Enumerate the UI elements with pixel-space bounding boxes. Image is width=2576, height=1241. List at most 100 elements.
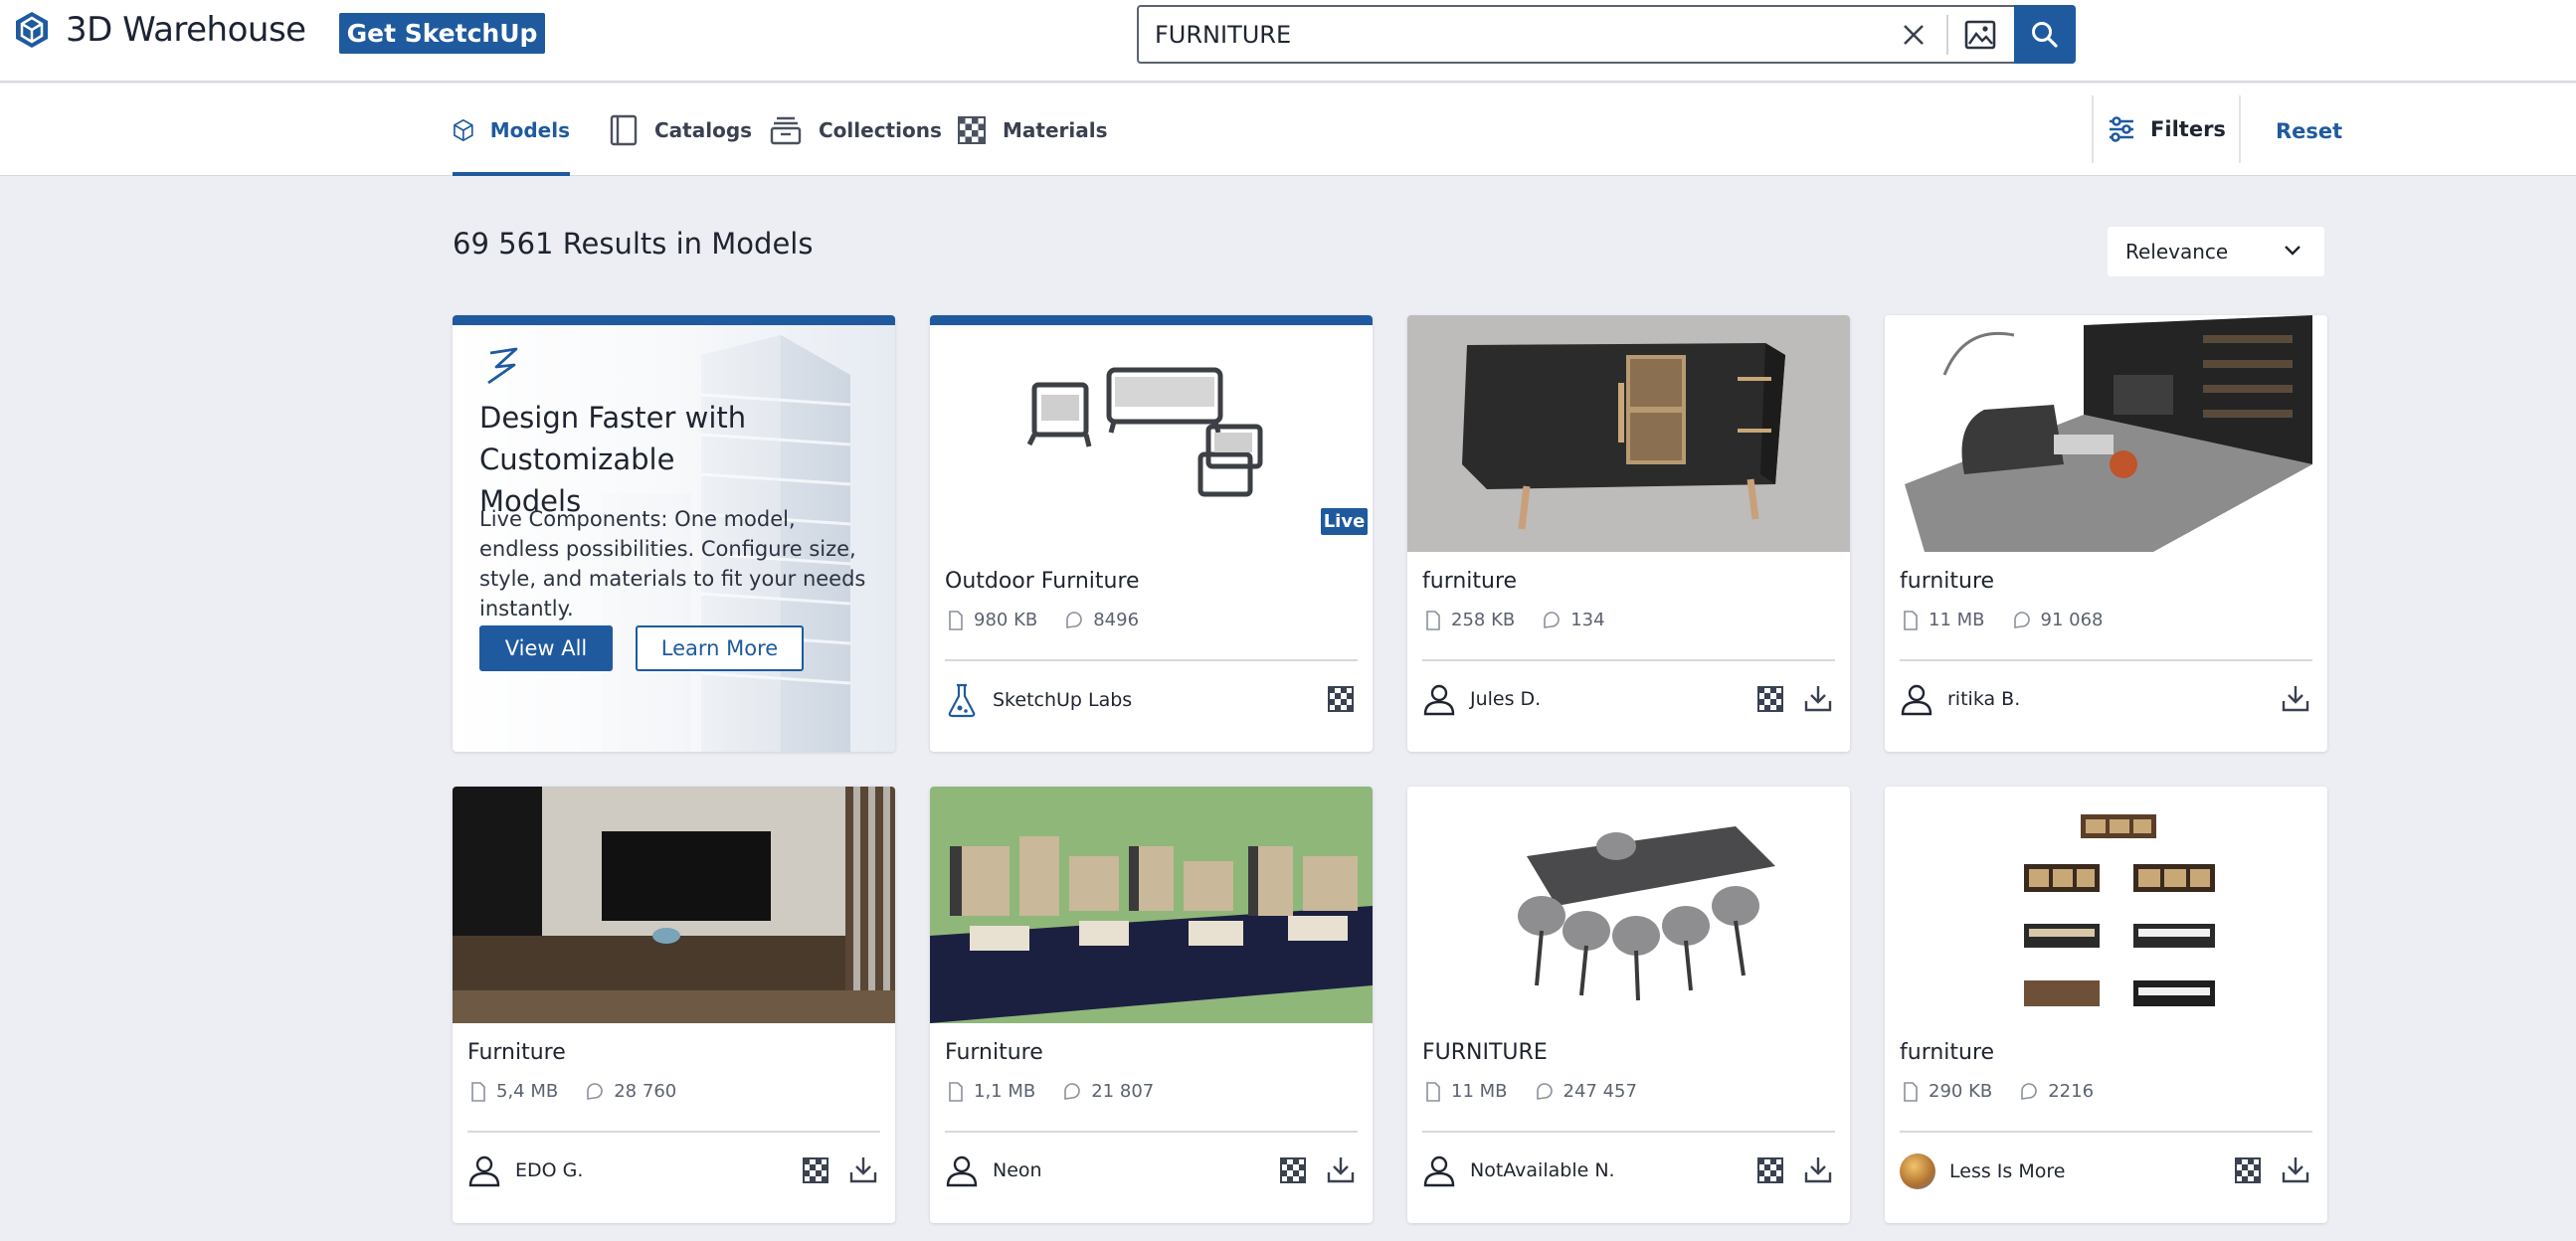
download-icon[interactable] (1803, 683, 1833, 713)
card-title[interactable]: Furniture (945, 1040, 1043, 1065)
file-size: 258 KB (1451, 610, 1516, 630)
views-icon (1536, 1082, 1553, 1100)
materials-icon[interactable] (1757, 686, 1783, 712)
card-divider (1900, 1131, 2312, 1133)
download-icon[interactable] (2281, 683, 2310, 713)
view-count: 2216 (2048, 1081, 2095, 1102)
sliders-icon (2110, 116, 2134, 142)
cube-icon (454, 118, 473, 141)
filters-button[interactable]: Filters (2092, 95, 2241, 163)
materials-icon[interactable] (1757, 1157, 1783, 1183)
tab-label: Models (489, 117, 570, 142)
author[interactable]: SketchUp Labs (945, 682, 1132, 718)
download-icon[interactable] (848, 1154, 878, 1184)
materials-icon[interactable] (2235, 1157, 2261, 1183)
file-icon (949, 1081, 963, 1102)
model-card[interactable]: Furniture 1,1 MB 21 807 Neon (930, 787, 1373, 1223)
model-thumbnail[interactable] (930, 787, 1373, 1023)
card-title[interactable]: FURNITURE (1422, 1040, 1548, 1065)
card-divider (1422, 659, 1835, 661)
download-icon[interactable] (1326, 1154, 1356, 1184)
close-icon[interactable] (1898, 19, 1930, 51)
author-name: NotAvailable N. (1470, 1159, 1615, 1181)
catalog-icon (610, 114, 638, 145)
model-thumbnail[interactable] (1885, 787, 2327, 1023)
model-card[interactable]: furniture 290 KB 2216 Less Is More (1885, 787, 2327, 1223)
model-card[interactable]: Live Outdoor Furniture 980 KB 8496 Sketc… (930, 315, 1373, 752)
model-card[interactable]: furniture 258 KB 134 Jules D. (1407, 315, 1850, 752)
model-thumbnail[interactable] (1407, 315, 1850, 552)
views-icon (2021, 1082, 2038, 1100)
promo-text: Live Components: One model, endless poss… (479, 507, 866, 620)
sort-value: Relevance (2125, 240, 2229, 264)
model-thumbnail[interactable] (1885, 315, 2327, 552)
author[interactable]: EDO G. (467, 1153, 583, 1187)
model-thumbnail[interactable] (453, 787, 895, 1023)
card-title[interactable]: furniture (1422, 569, 1517, 594)
tab-catalogs[interactable]: Catalogs (609, 84, 752, 176)
sideboard-render (1407, 315, 1850, 552)
author-name: Neon (993, 1159, 1042, 1181)
tab-models[interactable]: Models (453, 84, 570, 176)
tab-materials[interactable]: Materials (957, 84, 1108, 176)
learn-more-button[interactable]: Learn More (636, 625, 804, 671)
materials-icon[interactable] (803, 1157, 828, 1183)
author[interactable]: ritika B. (1900, 682, 2020, 716)
model-card[interactable]: furniture 11 MB 91 068 ritika B. (1885, 315, 2327, 752)
views-icon (2013, 611, 2030, 628)
author[interactable]: Less Is More (1900, 1153, 2065, 1189)
card-meta: 258 KB 134 (1425, 610, 1605, 630)
logo-text: 3D Warehouse (66, 10, 306, 50)
views-icon (1066, 611, 1083, 628)
search-button[interactable] (2014, 5, 2076, 64)
card-title[interactable]: furniture (1900, 1040, 1994, 1065)
download-icon[interactable] (2281, 1154, 2310, 1184)
materials-icon[interactable] (1328, 686, 1354, 712)
tab-bar: Models Catalogs Collections Materials Fi… (0, 84, 2576, 176)
view-count: 8496 (1093, 610, 1140, 630)
author-name: SketchUp Labs (993, 689, 1133, 711)
author-name: Less Is More (1949, 1160, 2066, 1182)
author[interactable]: Jules D. (1422, 682, 1541, 716)
card-meta: 980 KB 8496 (948, 610, 1139, 630)
model-card[interactable]: Furniture 5,4 MB 28 760 EDO G. (453, 787, 895, 1223)
card-meta: 11 MB 247 457 (1425, 1081, 1637, 1102)
model-thumbnail[interactable] (1407, 787, 1850, 1023)
logo[interactable]: 3D Warehouse (12, 10, 306, 50)
card-title[interactable]: furniture (1900, 569, 1994, 594)
search-icon (2032, 21, 2058, 48)
materials-icon[interactable] (1280, 1157, 1306, 1183)
view-all-button[interactable]: View All (479, 625, 613, 671)
model-thumbnail[interactable] (930, 315, 1373, 552)
card-title[interactable]: Furniture (467, 1040, 566, 1065)
file-icon (1426, 1081, 1440, 1102)
user-icon (1423, 1155, 1455, 1187)
top-header: 3D Warehouse Get SketchUp (0, 0, 2576, 83)
tab-collections[interactable]: Collections (769, 84, 942, 176)
live-badge: Live (1321, 508, 1368, 535)
user-icon (468, 1155, 500, 1187)
search-bar (1137, 5, 2076, 64)
author[interactable]: Neon (945, 1153, 1042, 1187)
image-search-icon[interactable] (1963, 19, 1997, 51)
file-icon (949, 610, 963, 630)
get-sketchup-button[interactable]: Get SketchUp (339, 13, 545, 54)
user-icon (946, 1155, 978, 1187)
card-divider (945, 1131, 1358, 1133)
view-count: 134 (1570, 610, 1605, 630)
user-icon (1423, 684, 1455, 716)
sort-select[interactable]: Relevance (2108, 227, 2324, 276)
view-count: 28 760 (614, 1081, 677, 1102)
lightning-icon (487, 347, 518, 385)
card-divider (1422, 1131, 1835, 1133)
search-input[interactable] (1155, 15, 1871, 55)
card-divider (945, 659, 1358, 661)
download-icon[interactable] (1803, 1154, 1833, 1184)
card-title[interactable]: Outdoor Furniture (945, 569, 1140, 594)
views-icon (1544, 611, 1561, 628)
reset-link[interactable]: Reset (2276, 119, 2342, 143)
author[interactable]: NotAvailable N. (1422, 1153, 1615, 1187)
views-icon (1064, 1082, 1081, 1100)
model-card[interactable]: FURNITURE 11 MB 247 457 NotAvailable N. (1407, 787, 1850, 1223)
chevron-down-icon (2285, 246, 2300, 256)
